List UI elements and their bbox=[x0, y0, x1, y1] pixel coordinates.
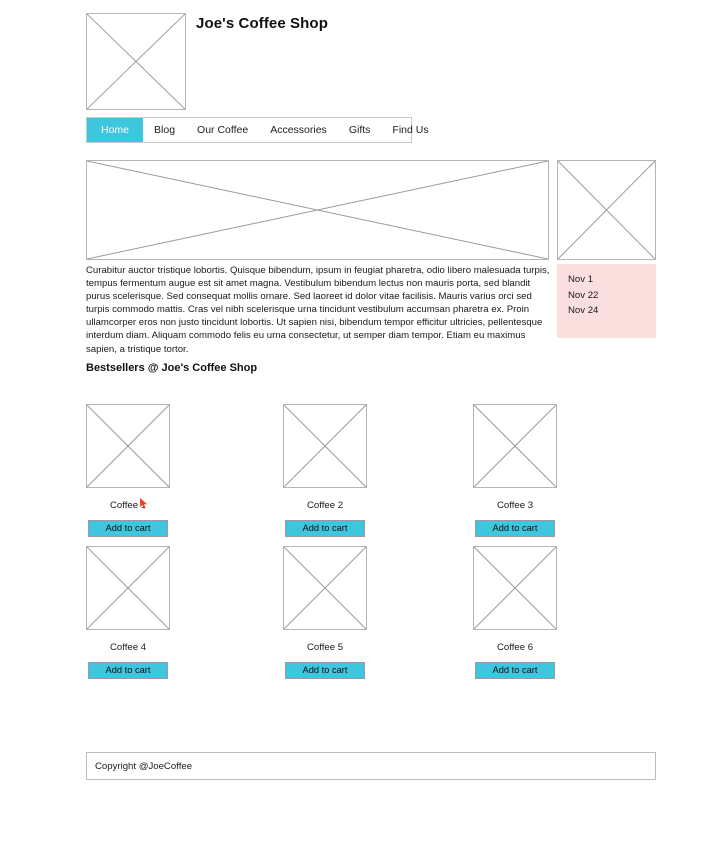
hero-banner-placeholder bbox=[86, 160, 549, 260]
body-paragraph: Curabitur auctor tristique lobortis. Qui… bbox=[86, 265, 550, 355]
product-card: Coffee 4 Add to cart bbox=[86, 546, 170, 679]
add-to-cart-button[interactable]: Add to cart bbox=[475, 662, 555, 679]
copyright-text: Copyright @JoeCoffee bbox=[95, 761, 193, 772]
date-item[interactable]: Nov 1 bbox=[568, 272, 656, 288]
date-item[interactable]: Nov 22 bbox=[568, 288, 656, 304]
date-item[interactable]: Nov 24 bbox=[568, 303, 656, 319]
product-card: Coffee 2 Add to cart bbox=[283, 404, 367, 537]
product-name: Coffee 3 bbox=[496, 500, 534, 511]
page-title: Joe's Coffee Shop bbox=[196, 15, 328, 32]
product-name: Coffee 5 bbox=[306, 642, 344, 653]
product-card: Coffee 3 Add to cart bbox=[473, 404, 557, 537]
add-to-cart-button[interactable]: Add to cart bbox=[88, 662, 168, 679]
product-image-placeholder[interactable] bbox=[473, 404, 557, 488]
dates-panel: Nov 1 Nov 22 Nov 24 bbox=[557, 264, 656, 338]
nav-item-gifts[interactable]: Gifts bbox=[338, 118, 382, 142]
page-root: Joe's Coffee Shop Home Blog Our Coffee A… bbox=[0, 0, 726, 847]
nav-item-find-us[interactable]: Find Us bbox=[381, 118, 439, 142]
product-name: Coffee 4 bbox=[109, 642, 147, 653]
product-image-placeholder[interactable] bbox=[473, 546, 557, 630]
add-to-cart-button[interactable]: Add to cart bbox=[285, 662, 365, 679]
footer-bar: Copyright @JoeCoffee bbox=[86, 752, 656, 780]
product-card: Coffee 5 Add to cart bbox=[283, 546, 367, 679]
add-to-cart-button[interactable]: Add to cart bbox=[285, 520, 365, 537]
add-to-cart-button[interactable]: Add to cart bbox=[475, 520, 555, 537]
product-name: Coffee 1 bbox=[109, 500, 147, 511]
nav-item-our-coffee[interactable]: Our Coffee bbox=[186, 118, 259, 142]
bestsellers-heading: Bestsellers @ Joe's Coffee Shop bbox=[86, 362, 258, 374]
product-name: Coffee 6 bbox=[496, 642, 534, 653]
product-image-placeholder[interactable] bbox=[86, 546, 170, 630]
product-card: Coffee 1 Add to cart bbox=[86, 404, 170, 537]
nav-item-blog[interactable]: Blog bbox=[143, 118, 186, 142]
nav-item-accessories[interactable]: Accessories bbox=[259, 118, 338, 142]
logo-image-placeholder bbox=[86, 13, 186, 110]
sidebar-image-placeholder bbox=[557, 160, 656, 260]
product-image-placeholder[interactable] bbox=[283, 404, 367, 488]
product-image-placeholder[interactable] bbox=[86, 404, 170, 488]
product-name: Coffee 2 bbox=[306, 500, 344, 511]
product-image-placeholder[interactable] bbox=[283, 546, 367, 630]
nav-item-home[interactable]: Home bbox=[87, 118, 144, 142]
product-card: Coffee 6 Add to cart bbox=[473, 546, 557, 679]
add-to-cart-button[interactable]: Add to cart bbox=[88, 520, 168, 537]
main-navigation: Home Blog Our Coffee Accessories Gifts F… bbox=[86, 117, 429, 143]
